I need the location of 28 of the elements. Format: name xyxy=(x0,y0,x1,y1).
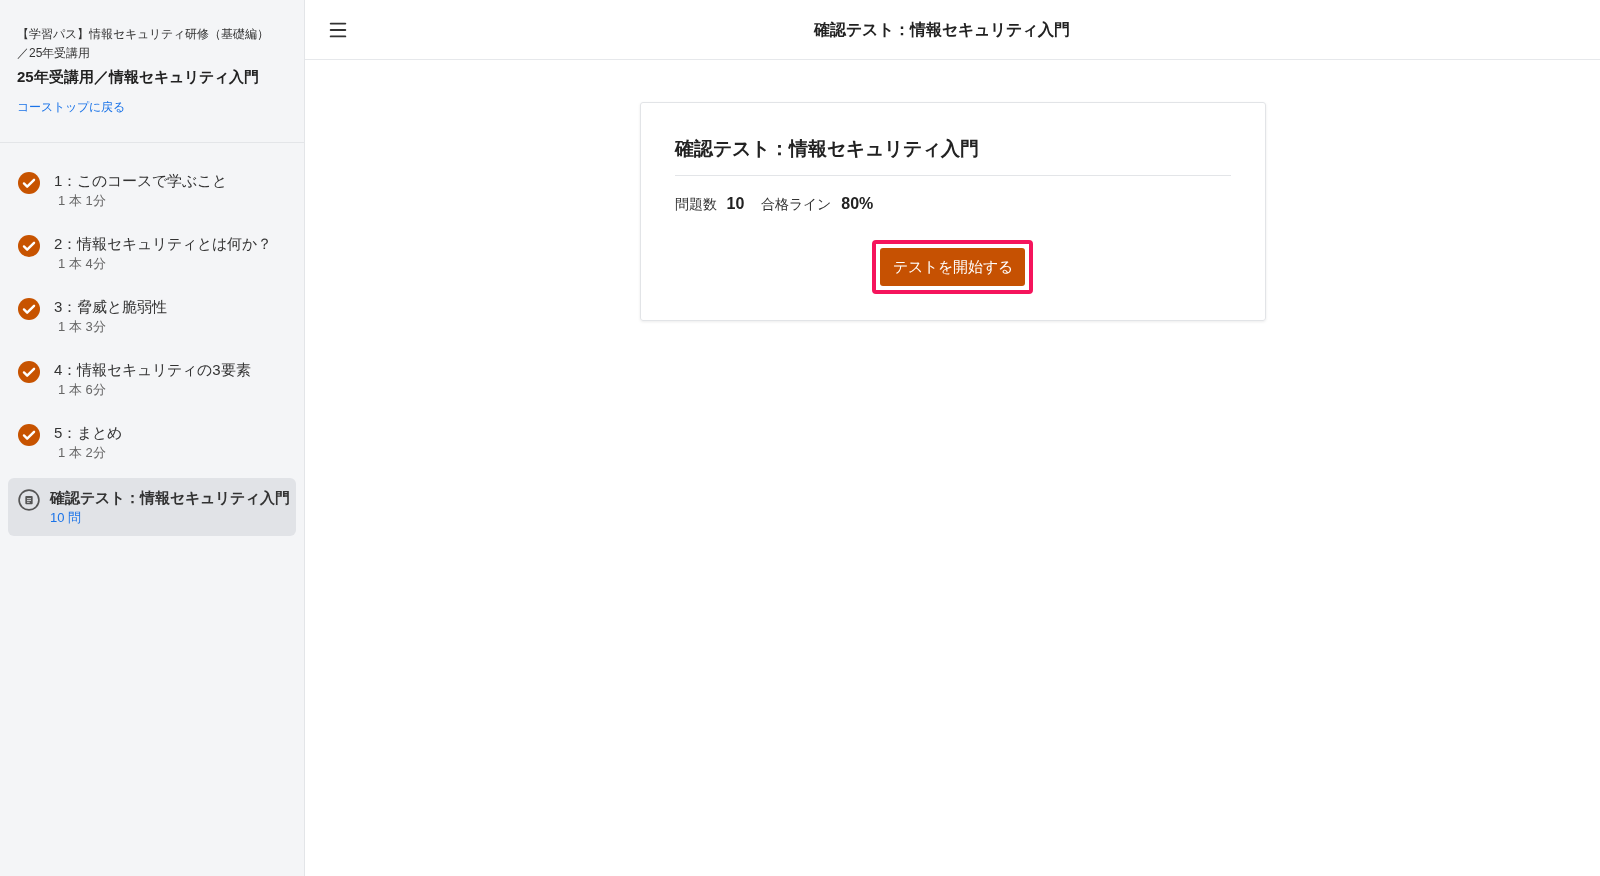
sidebar-item[interactable]: 1：このコースで学ぶこと 1 本 1分 xyxy=(8,163,296,221)
stat-value: 80% xyxy=(841,194,874,214)
sidebar-item[interactable]: 3：脅威と脆弱性 1 本 3分 xyxy=(8,289,296,347)
lesson-title: 4：情報セキュリティの3要素 xyxy=(54,360,251,380)
sidebar-item[interactable]: 2：情報セキュリティとは何か？ 1 本 4分 xyxy=(8,226,296,284)
page-title: 確認テスト：情報セキュリティ入門 xyxy=(812,20,1071,40)
course-breadcrumb: 【学習パス】情報セキュリティ研修（基礎編）／25年受講用 xyxy=(17,26,270,62)
stat-label: 問題数 xyxy=(674,194,717,214)
lesson-meta: 1 本 6分 xyxy=(57,381,107,399)
card-title: 確認テスト：情報セキュリティ入門 xyxy=(674,137,980,161)
start-test-button[interactable]: テストを開始する xyxy=(880,248,1025,286)
lesson-title: 2：情報セキュリティとは何か？ xyxy=(54,234,273,254)
back-to-course-link[interactable]: コーストップに戻る xyxy=(17,98,125,116)
stat-label: 合格ライン xyxy=(761,194,832,214)
lesson-title: 確認テスト：情報セキュリティ入門 xyxy=(50,488,290,508)
selected-sidebar-item[interactable]: 確認テスト：情報セキュリティ入門 10 問 xyxy=(8,478,296,536)
lesson-meta: 1 本 2分 xyxy=(57,444,107,462)
lesson-meta: 1 本 3分 xyxy=(57,318,107,336)
lesson-title: 3：脅威と脆弱性 xyxy=(54,297,168,317)
sidebar-item[interactable]: 4：情報セキュリティの3要素 1 本 6分 xyxy=(8,352,296,410)
lesson-meta: 10 問 xyxy=(50,509,83,527)
lesson-title: 1：このコースで学ぶこと xyxy=(54,171,228,191)
lesson-title: 5：まとめ xyxy=(54,423,123,443)
course-title: 25年受講用／情報セキュリティ入門 xyxy=(17,67,260,87)
lesson-meta: 1 本 4分 xyxy=(57,255,107,273)
stat-value: 10 xyxy=(726,194,745,214)
sidebar-item[interactable]: 5：まとめ 1 本 2分 xyxy=(8,415,296,473)
lesson-meta: 1 本 1分 xyxy=(57,192,107,210)
